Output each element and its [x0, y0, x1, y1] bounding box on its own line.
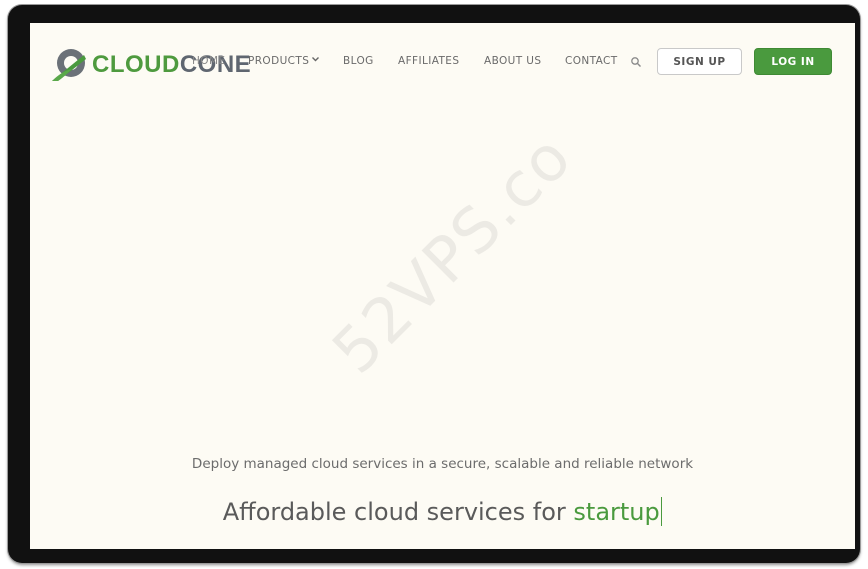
nav-item-about-us[interactable]: ABOUT US: [484, 55, 541, 67]
watermark: 52VPS.com: [315, 75, 630, 400]
log-in-button[interactable]: LOG IN: [754, 48, 832, 75]
device-frame: CLOUDCONE HOME PRODUCTS BLOG AFFILIATES …: [8, 5, 860, 563]
nav-item-products-label: PRODUCTS: [248, 55, 310, 67]
nav-item-blog[interactable]: BLOG: [343, 55, 374, 67]
nav-item-contact[interactable]: CONTACT: [565, 55, 618, 67]
cloudcone-logo-icon: [50, 47, 90, 83]
hero-subtitle: Deploy managed cloud services in a secur…: [191, 456, 694, 472]
hero-headline-accent: startup: [573, 498, 660, 526]
nav-item-home[interactable]: HOME: [192, 55, 225, 67]
typing-cursor: [660, 497, 663, 526]
sign-up-button[interactable]: SIGN UP: [657, 48, 742, 75]
nav-item-affiliates[interactable]: AFFILIATES: [398, 55, 459, 67]
browser-viewport: CLOUDCONE HOME PRODUCTS BLOG AFFILIATES …: [30, 23, 855, 549]
hero-headline: Affordable cloud services for startup: [30, 497, 855, 526]
nav-item-products[interactable]: PRODUCTS: [248, 53, 320, 67]
chevron-down-icon: [312, 53, 320, 65]
svg-text:52VPS.com: 52VPS.com: [318, 121, 584, 388]
brand-name-cloud: CLOUD: [92, 51, 180, 78]
brand-wordmark: CLOUDCONE: [92, 53, 251, 77]
hero-headline-prefix: Affordable cloud services for: [222, 498, 574, 526]
search-icon[interactable]: [630, 55, 642, 67]
